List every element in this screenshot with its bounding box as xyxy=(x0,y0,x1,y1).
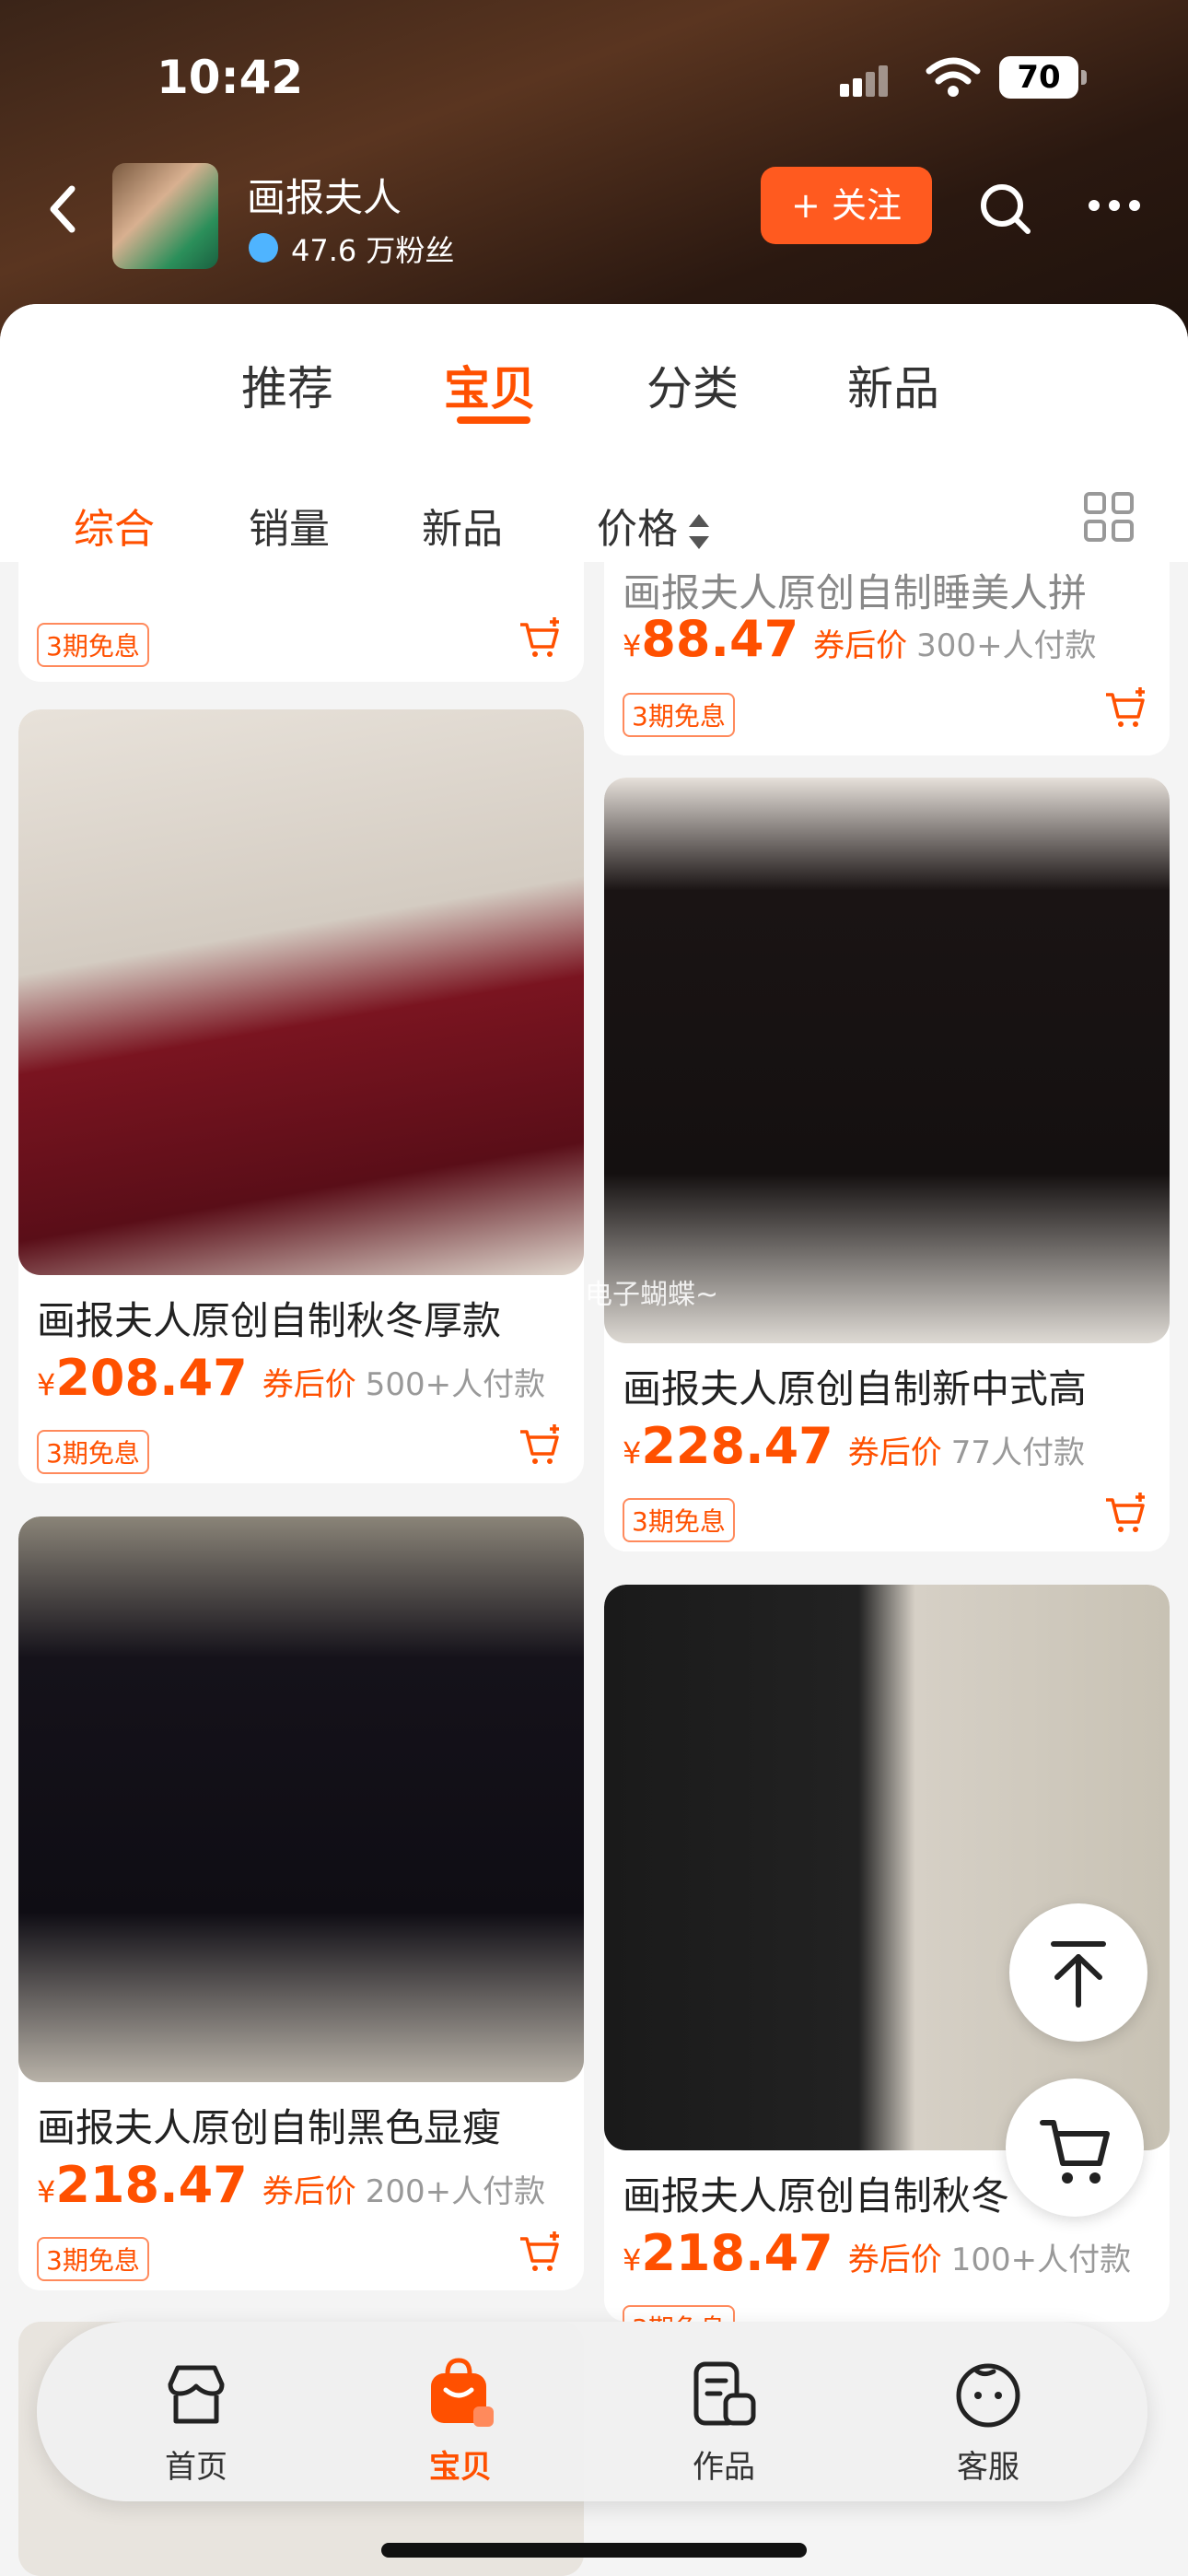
nav-products[interactable]: 宝贝 xyxy=(368,2322,553,2501)
tab-recommend[interactable]: 推荐 xyxy=(241,352,333,418)
nav-home[interactable]: 首页 xyxy=(104,2322,288,2501)
add-cart-icon[interactable] xyxy=(1103,1491,1149,1537)
add-cart-icon[interactable] xyxy=(518,1423,564,1469)
status-time: 10:42 xyxy=(157,51,304,104)
tab-category[interactable]: 分类 xyxy=(646,352,739,418)
product-card[interactable]: 画报夫人原创自制秋冬厚款 ¥208.47 券后价 500+人付款 3期免息 xyxy=(18,709,584,1483)
sort-bar: 综合 销量 新品 价格 xyxy=(0,442,1188,562)
product-card[interactable]: 画报夫人原创自制新中式高 ¥228.47 券后价 77人付款 3期免息 xyxy=(604,778,1170,1551)
nav-service-label: 客服 xyxy=(957,2449,1019,2486)
product-price: ¥208.47 券后价 500+人付款 xyxy=(37,1349,546,1407)
works-icon xyxy=(693,2361,756,2426)
product-price: ¥218.47 券后价 100+人付款 xyxy=(623,2224,1132,2282)
installment-tag: 3期免息 xyxy=(623,2305,735,2322)
service-icon xyxy=(956,2363,1020,2428)
tab-new[interactable]: 新品 xyxy=(847,352,939,418)
arrow-up-icon xyxy=(1051,1941,1106,2008)
fans-count: 47.6 万粉丝 xyxy=(291,233,455,268)
installment-tag: 3期免息 xyxy=(37,2237,149,2281)
watermark: @反派电子蝴蝶~ xyxy=(502,1279,719,1311)
add-cart-icon[interactable] xyxy=(1103,685,1149,732)
shop-tabs: 推荐 宝贝 分类 新品 xyxy=(0,304,1188,442)
sort-new[interactable]: 新品 xyxy=(422,496,503,555)
diamond-badge-icon xyxy=(249,233,278,263)
wifi-icon xyxy=(926,57,981,97)
follow-button[interactable]: + 关注 xyxy=(761,167,932,244)
installment-tag: 3期免息 xyxy=(623,1498,735,1542)
product-title: 画报夫人原创自制新中式高 xyxy=(623,1366,1088,1411)
product-image[interactable] xyxy=(604,778,1170,1343)
product-title: 画报夫人原创自制秋冬 xyxy=(623,2173,1010,2219)
shop-icon xyxy=(168,2365,225,2424)
product-price: ¥88.47 券后价 300+人付款 xyxy=(623,610,1097,668)
sort-comprehensive[interactable]: 综合 xyxy=(74,496,155,555)
back-arrow-icon[interactable] xyxy=(44,183,81,235)
active-tab-indicator xyxy=(457,416,530,424)
product-price: ¥218.47 券后价 200+人付款 xyxy=(37,2156,546,2214)
bottom-nav: 首页 宝贝 作品 客服 xyxy=(37,2322,1147,2501)
bag-icon xyxy=(431,2358,494,2427)
shop-name[interactable]: 画报夫人 xyxy=(247,167,402,223)
add-cart-icon[interactable] xyxy=(518,2230,564,2276)
nav-products-label: 宝贝 xyxy=(429,2449,492,2486)
tab-products[interactable]: 宝贝 xyxy=(444,352,536,418)
sort-price-label: 价格 xyxy=(597,506,678,553)
product-price: ¥228.47 券后价 77人付款 xyxy=(623,1417,1086,1475)
product-title: 画报夫人原创自制秋冬厚款 xyxy=(37,1298,502,1343)
product-image[interactable] xyxy=(604,1585,1170,2150)
sort-price[interactable]: 价格 xyxy=(597,496,713,555)
more-dots-icon[interactable] xyxy=(1087,198,1142,213)
nav-service[interactable]: 客服 xyxy=(896,2322,1080,2501)
cart-icon xyxy=(1040,2120,1110,2184)
product-image[interactable] xyxy=(18,709,584,1275)
shop-avatar[interactable] xyxy=(112,163,218,269)
battery-indicator: 70 xyxy=(999,56,1087,99)
add-cart-icon[interactable] xyxy=(518,615,564,662)
installment-tag: 3期免息 xyxy=(623,693,735,737)
status-bar: 10:42 70 xyxy=(0,51,1188,106)
grid-view-icon[interactable] xyxy=(1083,491,1135,543)
sort-arrows-icon xyxy=(689,514,709,549)
back-to-top-button[interactable] xyxy=(1009,1903,1147,2042)
cart-button[interactable] xyxy=(1006,2078,1144,2217)
nav-home-label: 首页 xyxy=(165,2449,227,2486)
home-indicator[interactable] xyxy=(381,2543,807,2558)
product-card-partial-right[interactable]: 画报夫人原创自制睡美人拼 ¥88.47 券后价 300+人付款 3期免息 xyxy=(604,562,1170,755)
product-image[interactable] xyxy=(18,1516,584,2082)
nav-works-label: 作品 xyxy=(693,2449,755,2486)
product-card[interactable]: 画报夫人原创自制黑色显瘦 ¥218.47 券后价 200+人付款 3期免息 xyxy=(18,1516,584,2290)
cellular-signal-icon xyxy=(840,65,891,97)
sort-sales[interactable]: 销量 xyxy=(249,496,330,555)
installment-tag: 3期免息 xyxy=(37,623,149,667)
nav-works[interactable]: 作品 xyxy=(632,2322,816,2501)
shop-nav-row: 画报夫人 47.6 万粉丝 + 关注 xyxy=(0,161,1188,272)
product-card-partial-left[interactable]: 3期免息 xyxy=(18,562,584,682)
search-icon[interactable] xyxy=(976,180,1035,239)
product-title: 画报夫人原创自制黑色显瘦 xyxy=(37,2105,502,2150)
installment-tag: 3期免息 xyxy=(37,1430,149,1474)
